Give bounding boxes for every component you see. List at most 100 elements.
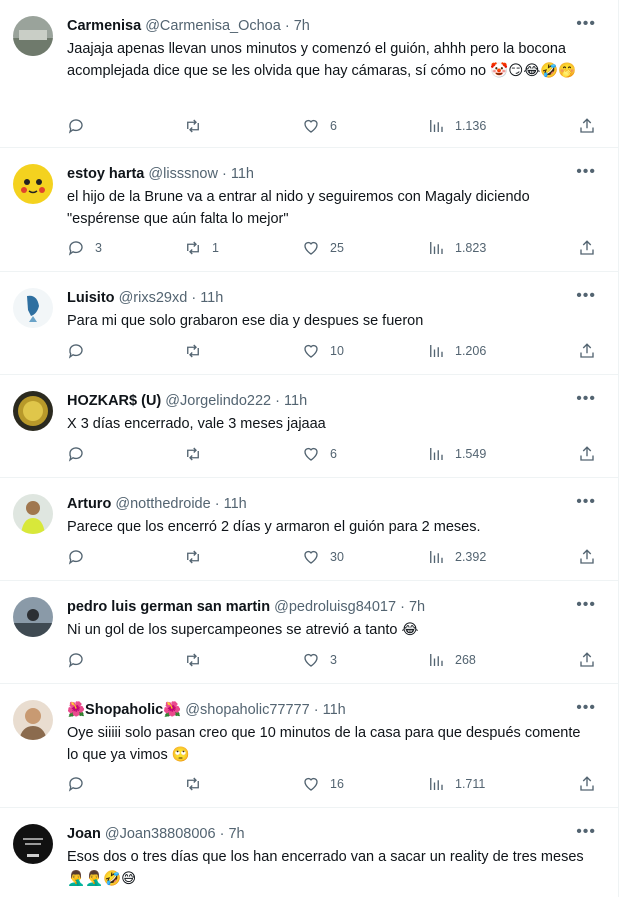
retweet-button[interactable]: 1: [184, 239, 232, 257]
timestamp[interactable]: 11h: [323, 702, 346, 718]
share-button[interactable]: [578, 342, 596, 360]
author-name[interactable]: pedro luis german san martin: [67, 599, 270, 615]
share-button[interactable]: [578, 239, 596, 257]
timestamp[interactable]: 11h: [200, 290, 223, 306]
like-count: 16: [330, 777, 344, 791]
more-options-icon[interactable]: •••: [576, 389, 596, 409]
author-name[interactable]: estoy harta: [67, 166, 144, 182]
author-name[interactable]: Carmenisa: [67, 18, 141, 34]
share-button[interactable]: [578, 445, 596, 463]
author-name[interactable]: Luisito: [67, 290, 115, 306]
reply-icon: [68, 653, 83, 668]
tweet[interactable]: Luisito @rixs29xd · 11h ••• Para mi que …: [0, 272, 618, 375]
tweet-actions: 6 1.549: [67, 444, 596, 464]
author-name[interactable]: Joan: [67, 826, 101, 842]
views-button[interactable]: 1.823: [427, 239, 486, 257]
like-count: 25: [330, 241, 344, 255]
share-button[interactable]: [578, 775, 596, 793]
author-handle[interactable]: @Carmenisa_Ochoa: [145, 18, 281, 34]
views-button[interactable]: 1.549: [427, 445, 486, 463]
retweet-icon: [187, 777, 199, 791]
timestamp[interactable]: 7h: [409, 599, 425, 615]
avatar[interactable]: [13, 700, 53, 740]
timestamp[interactable]: 7h: [294, 18, 310, 34]
more-options-icon[interactable]: •••: [576, 162, 596, 182]
separator: ·: [214, 496, 220, 512]
timestamp[interactable]: 11h: [224, 496, 247, 512]
tweet-actions: 3 1 25 1.823: [67, 238, 596, 258]
avatar[interactable]: [13, 164, 53, 204]
retweet-count: 1: [212, 241, 219, 255]
author-name[interactable]: HOZKAR$ (U): [67, 393, 161, 409]
timestamp[interactable]: 11h: [231, 166, 254, 182]
like-button[interactable]: 10: [302, 342, 350, 360]
views-button[interactable]: 1.711: [427, 775, 485, 793]
avatar[interactable]: [13, 288, 53, 328]
like-count: 3: [330, 653, 337, 667]
reply-button[interactable]: [67, 651, 115, 669]
more-options-icon[interactable]: •••: [576, 286, 596, 306]
reply-button[interactable]: [67, 342, 115, 360]
tweet-header: Joan @Joan38808006 · 7h: [67, 824, 578, 844]
like-button[interactable]: 25: [302, 239, 350, 257]
tweet[interactable]: HOZKAR$ (U) @Jorgelindo222 · 11h ••• X 3…: [0, 375, 618, 478]
like-button[interactable]: 6: [302, 117, 350, 135]
author-handle[interactable]: @Joan38808006: [105, 826, 216, 842]
views-icon: [430, 448, 443, 460]
like-button[interactable]: 30: [302, 548, 350, 566]
author-handle[interactable]: @lisssnow: [148, 166, 218, 182]
tweet[interactable]: estoy harta @lisssnow · 11h ••• el hijo …: [0, 148, 618, 272]
retweet-button[interactable]: [184, 651, 232, 669]
heart-icon: [304, 241, 318, 255]
view-count: 1.823: [455, 241, 487, 255]
share-button[interactable]: [578, 651, 596, 669]
avatar[interactable]: [13, 597, 53, 637]
tweet[interactable]: Carmenisa @Carmenisa_Ochoa · 7h ••• Jaaj…: [0, 0, 618, 148]
more-options-icon[interactable]: •••: [576, 822, 596, 842]
author-name[interactable]: Arturo: [67, 496, 111, 512]
views-button[interactable]: 1.136: [427, 117, 486, 135]
avatar[interactable]: [13, 16, 53, 56]
reply-button[interactable]: [67, 775, 115, 793]
like-button[interactable]: 3: [302, 651, 350, 669]
author-handle[interactable]: @shopaholic77777: [185, 702, 309, 718]
tweet[interactable]: Arturo @notthedroide · 11h ••• Parece qu…: [0, 478, 618, 581]
share-button[interactable]: [578, 548, 596, 566]
reply-button[interactable]: [67, 445, 115, 463]
author-name[interactable]: 🌺Shopaholic🌺: [67, 702, 181, 718]
more-options-icon[interactable]: •••: [576, 595, 596, 615]
tweet-header: Arturo @notthedroide · 11h: [67, 494, 578, 514]
like-button[interactable]: 6: [302, 445, 350, 463]
separator: ·: [219, 826, 225, 842]
views-button[interactable]: 1.206: [427, 342, 486, 360]
avatar[interactable]: [13, 391, 53, 431]
author-handle[interactable]: @rixs29xd: [119, 290, 188, 306]
retweet-button[interactable]: [184, 445, 232, 463]
author-handle[interactable]: @Jorgelindo222: [165, 393, 271, 409]
more-options-icon[interactable]: •••: [576, 698, 596, 718]
timestamp[interactable]: 7h: [228, 826, 244, 842]
retweet-button[interactable]: [184, 548, 232, 566]
reply-button[interactable]: [67, 548, 115, 566]
avatar[interactable]: [13, 494, 53, 534]
tweet-actions: 30 2.392: [67, 547, 596, 567]
avatar[interactable]: [13, 824, 53, 864]
retweet-button[interactable]: [184, 117, 232, 135]
reply-button[interactable]: 3: [67, 239, 115, 257]
tweet[interactable]: 🌺Shopaholic🌺 @shopaholic77777 · 11h ••• …: [0, 684, 618, 808]
like-button[interactable]: 16: [302, 775, 350, 793]
views-button[interactable]: 268: [427, 651, 476, 669]
author-handle[interactable]: @pedroluisg84017: [274, 599, 396, 615]
retweet-button[interactable]: [184, 775, 232, 793]
tweet[interactable]: Joan @Joan38808006 · 7h ••• Esos dos o t…: [0, 808, 618, 897]
reply-button[interactable]: [67, 117, 115, 135]
tweet[interactable]: pedro luis german san martin @pedroluisg…: [0, 581, 618, 684]
timestamp[interactable]: 11h: [284, 393, 307, 409]
author-handle[interactable]: @notthedroide: [115, 496, 210, 512]
views-icon: [430, 654, 443, 666]
views-button[interactable]: 2.392: [427, 548, 486, 566]
retweet-button[interactable]: [184, 342, 232, 360]
share-button[interactable]: [578, 117, 596, 135]
more-options-icon[interactable]: •••: [576, 492, 596, 512]
more-options-icon[interactable]: •••: [576, 14, 596, 34]
